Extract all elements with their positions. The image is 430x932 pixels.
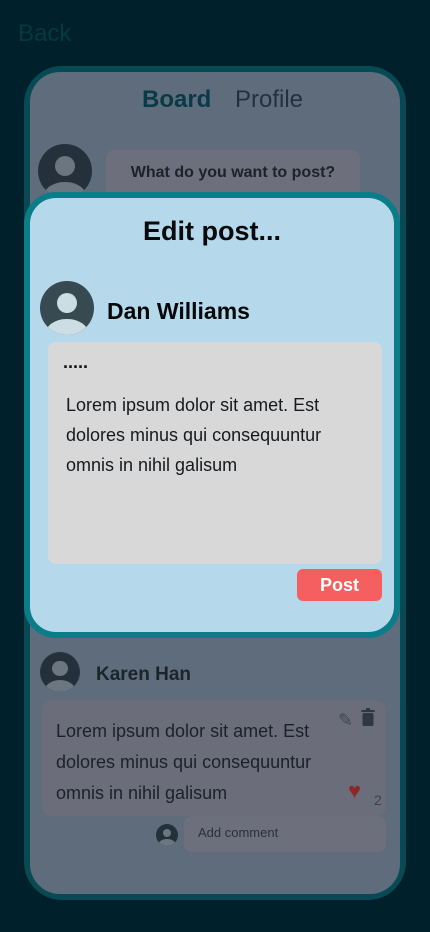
edit-pencil-icon[interactable]: ✎ (338, 710, 353, 731)
add-comment-input[interactable]: Add comment (184, 816, 386, 852)
post-title-field[interactable]: ..... (63, 352, 88, 373)
like-count: 2 (374, 792, 382, 808)
user-avatar-icon (38, 144, 92, 198)
post-editor[interactable]: ..... Lorem ipsum dolor sit amet. Est do… (48, 342, 382, 564)
post-body: Lorem ipsum dolor sit amet. Est dolores … (56, 721, 312, 803)
compose-post-input[interactable]: What do you want to post? (106, 150, 360, 196)
commenter-avatar-icon (156, 824, 178, 846)
user-avatar-icon (40, 281, 94, 335)
modal-title: Edit post... (143, 216, 281, 246)
post-author-name: Karen Han (96, 664, 192, 685)
heart-icon[interactable]: ♥ (348, 778, 361, 804)
post-card: Lorem ipsum dolor sit amet. Est dolores … (42, 700, 386, 816)
tab-profile[interactable]: Profile (235, 86, 303, 114)
tab-board[interactable]: Board (142, 86, 211, 114)
back-button[interactable]: Back (18, 20, 71, 48)
post-button[interactable]: Post (297, 569, 382, 601)
edit-post-modal: Edit post... Dan Williams ..... Lorem ip… (24, 192, 400, 638)
user-name: Dan Williams (107, 298, 250, 324)
author-avatar-icon (40, 652, 80, 692)
trash-icon[interactable] (360, 708, 376, 726)
post-body-field[interactable]: Lorem ipsum dolor sit amet. Est dolores … (66, 390, 336, 480)
